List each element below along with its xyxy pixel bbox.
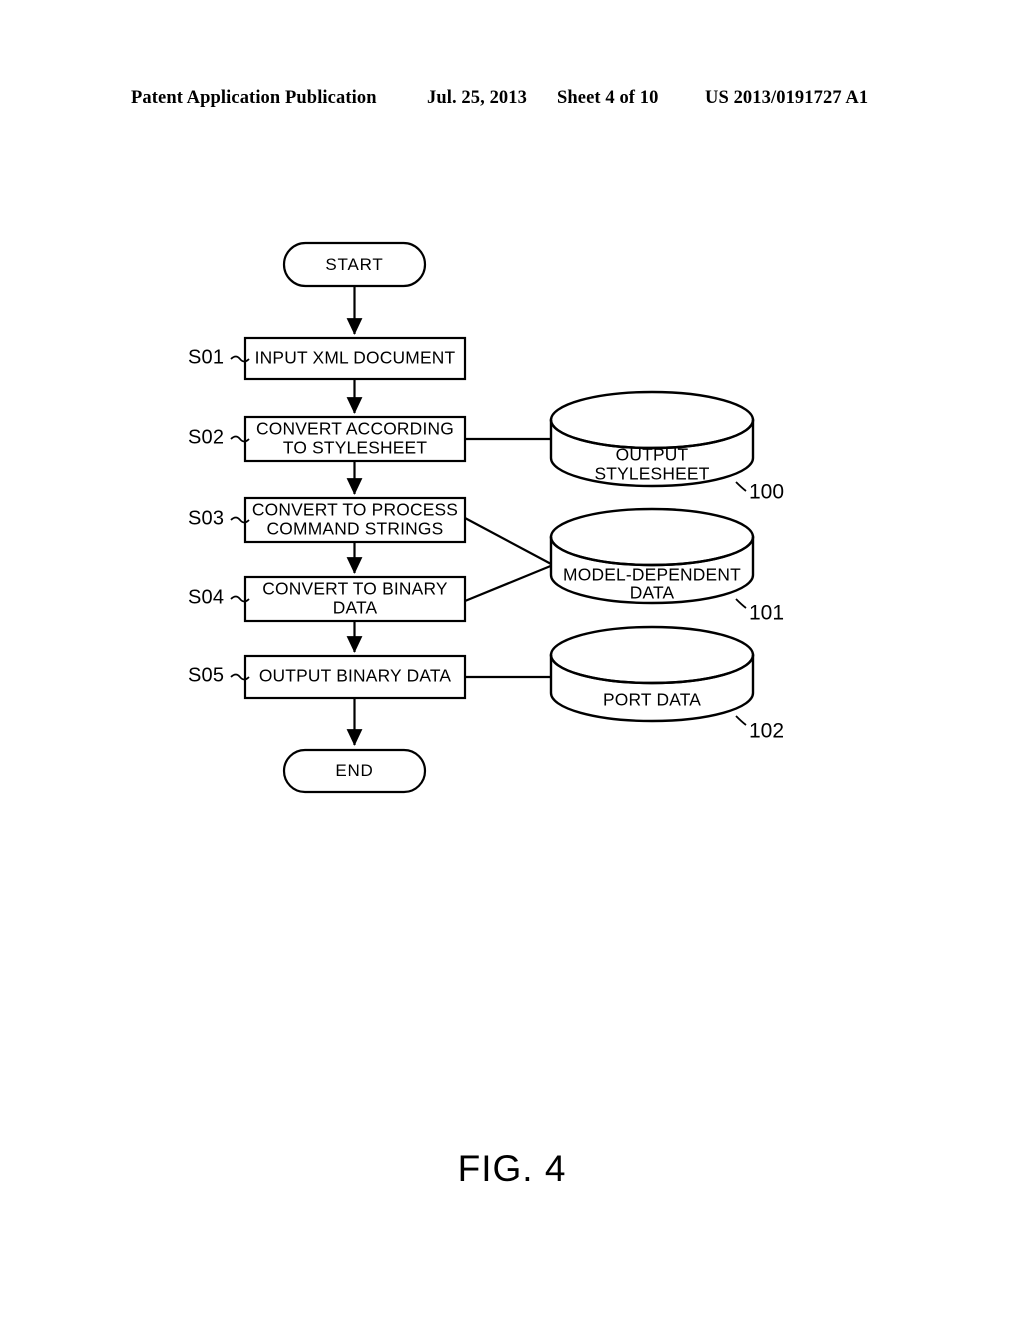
data-store-model-dependent-data: MODEL-DEPENDENT DATA	[549, 507, 755, 605]
data-store-port-data-label: PORT DATA	[603, 690, 701, 710]
flowchart-diagram: START INPUT XML DOCUMENT S01 CONVERT ACC…	[188, 241, 784, 794]
start-terminator-label: START	[325, 255, 383, 274]
ref-leader-102	[735, 715, 747, 726]
end-terminator: END	[282, 748, 427, 794]
step-label-s05: S05	[188, 664, 224, 686]
process-box-s04: CONVERT TO BINARY DATA	[243, 575, 467, 623]
ref-leader-100	[735, 481, 747, 492]
process-box-s02: CONVERT ACCORDING TO STYLESHEET	[243, 415, 467, 463]
process-box-s02-label-line2: TO STYLESHEET	[283, 438, 428, 458]
data-store-port-data: PORT DATA	[549, 625, 755, 723]
process-box-s05: OUTPUT BINARY DATA	[243, 654, 467, 700]
process-box-s03-label-line2: COMMAND STRINGS	[267, 519, 444, 539]
process-box-s02-label-line1: CONVERT ACCORDING	[256, 419, 454, 439]
ref-leader-101	[735, 598, 747, 609]
ref-numeral-101: 101	[749, 602, 784, 625]
process-box-s01: INPUT XML DOCUMENT	[243, 336, 467, 381]
process-box-s04-label-line1: CONVERT TO BINARY	[262, 579, 448, 599]
step-label-s03: S03	[188, 507, 224, 529]
process-box-s03-label-line1: CONVERT TO PROCESS	[252, 500, 458, 520]
start-terminator: START	[282, 241, 427, 288]
step-label-s02: S02	[188, 426, 224, 448]
step-label-s04: S04	[188, 586, 224, 608]
end-terminator-label: END	[335, 761, 373, 780]
data-store-output-stylesheet: OUTPUT STYLESHEET	[549, 390, 755, 488]
connector-s04-to-model-dependent-data	[464, 563, 554, 603]
connector-s03-to-model-dependent-data	[464, 517, 554, 566]
ref-numeral-102: 102	[749, 720, 784, 743]
process-box-s04-label-line2: DATA	[333, 598, 378, 618]
data-store-model-dependent-data-label-line1: MODEL-DEPENDENT	[563, 565, 741, 585]
ref-numeral-100: 100	[749, 481, 784, 504]
data-store-model-dependent-data-label-line2: DATA	[630, 583, 675, 603]
step-label-s01: S01	[188, 346, 224, 368]
figure-caption: FIG. 4	[457, 1148, 567, 1189]
data-store-output-stylesheet-label-line1: OUTPUT	[616, 445, 689, 465]
data-store-output-stylesheet-label-line2: STYLESHEET	[594, 464, 709, 484]
process-box-s03: CONVERT TO PROCESS COMMAND STRINGS	[243, 496, 467, 544]
process-box-s05-label: OUTPUT BINARY DATA	[259, 666, 452, 686]
process-box-s01-label: INPUT XML DOCUMENT	[255, 348, 456, 368]
